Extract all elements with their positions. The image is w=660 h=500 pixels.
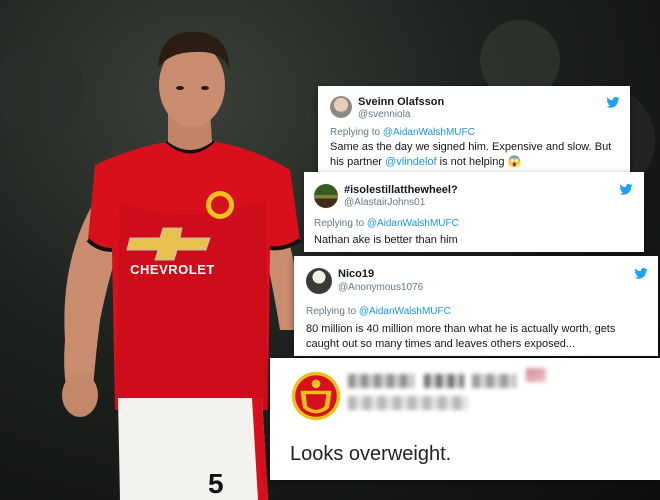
tweet-mention[interactable]: @vlindelof xyxy=(385,156,437,168)
replying-to-mention[interactable]: @AidanWalshMUFC xyxy=(359,306,451,317)
tweet-text: Nathan ake is better than him xyxy=(314,234,458,246)
replying-to-mention[interactable]: @AidanWalshMUFC xyxy=(367,218,459,229)
replying-prefix: Replying to xyxy=(330,127,383,138)
scream-emoji: 😱 xyxy=(507,156,522,168)
tweet-text: Looks overweight. xyxy=(290,443,452,465)
tweet-card: #isolestillatthewheel? @AlastairJohns01 … xyxy=(304,172,644,252)
replying-prefix: Replying to xyxy=(306,306,359,317)
blurred-author-handle xyxy=(348,396,468,410)
replying-to-line: Replying to @AidanWalshMUFC xyxy=(330,127,475,138)
man-utd-crest-icon xyxy=(291,371,341,421)
replying-to-mention[interactable]: @AidanWalshMUFC xyxy=(383,127,475,138)
tweet-text: Same as the day we signed him. Expensive… xyxy=(330,140,620,170)
tweet-author-handle: @svenniola xyxy=(358,109,411,120)
tweet-card: Nico19 @Anonymous1076 Replying to @Aidan… xyxy=(294,256,658,356)
twitter-bird-icon xyxy=(606,97,620,108)
avatar xyxy=(314,184,338,208)
avatar xyxy=(306,268,332,294)
tweet-author-handle: @AlastairJohns01 xyxy=(344,197,426,208)
shirt-number-text: 5 xyxy=(208,468,224,499)
replying-prefix: Replying to xyxy=(314,218,367,229)
tweet-text: 80 million is 40 million more than what … xyxy=(306,323,616,350)
twitter-bird-icon xyxy=(619,184,633,195)
shirt-sponsor-text: CHEVROLET xyxy=(130,262,215,277)
tweet-author-handle: @Anonymous1076 xyxy=(338,282,424,293)
tweet-author-name: #isolestillatthewheel? xyxy=(344,184,458,196)
tweet-card: Looks overweight. xyxy=(270,358,660,480)
blurred-twitter-bird-icon xyxy=(526,368,546,382)
tweet-text-part: is not helping xyxy=(436,156,508,168)
twitter-bird-icon xyxy=(634,268,648,279)
replying-to-line: Replying to @AidanWalshMUFC xyxy=(306,306,451,317)
tweet-card: Sveinn Olafsson @svenniola Replying to @… xyxy=(318,86,630,172)
avatar xyxy=(330,96,352,118)
replying-to-line: Replying to @AidanWalshMUFC xyxy=(314,218,459,229)
tweet-author-name: Nico19 xyxy=(338,268,375,280)
tweet-author-name: Sveinn Olafsson xyxy=(358,96,445,108)
